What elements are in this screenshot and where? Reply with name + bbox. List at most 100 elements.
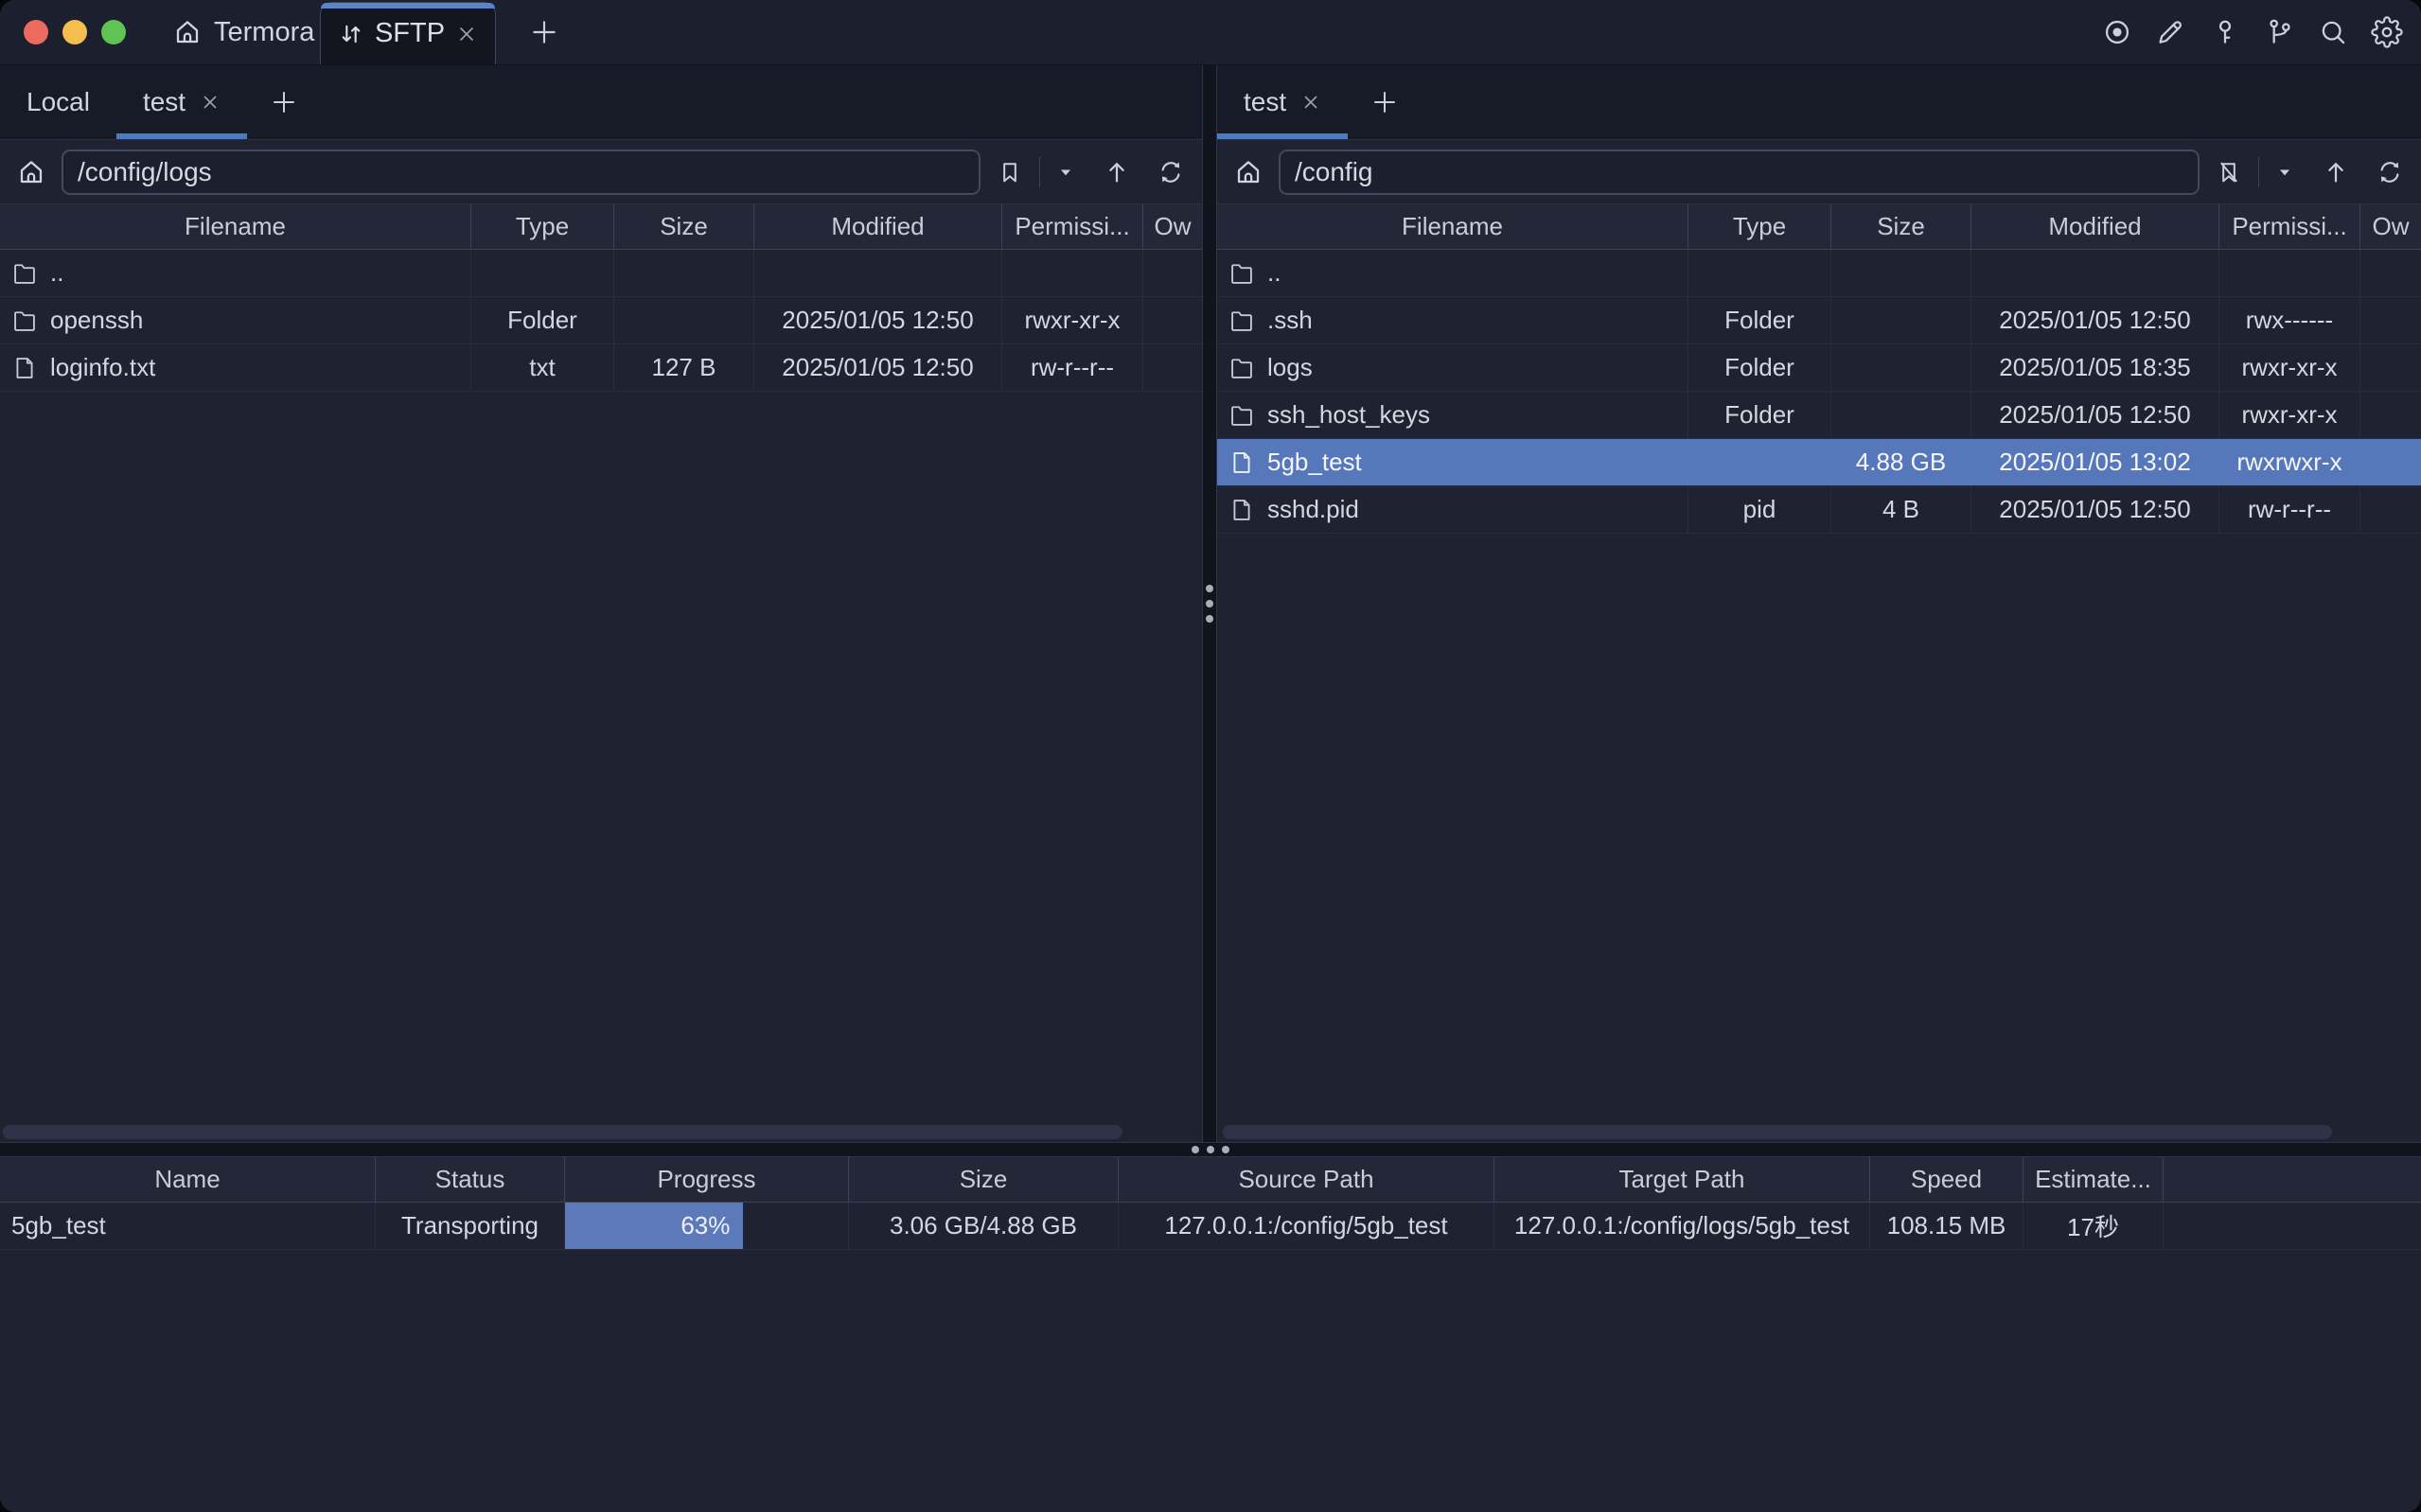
cell-permissions: rwxr-xr-x (1002, 297, 1143, 343)
caret-down-icon (1056, 163, 1075, 182)
plus-icon (529, 17, 559, 47)
cell-filename: .ssh (1267, 306, 1313, 335)
col-filename[interactable]: Filename (0, 204, 471, 249)
settings-button[interactable] (2370, 15, 2404, 49)
col-source-path[interactable]: Source Path (1119, 1157, 1494, 1202)
cell-owner (1143, 297, 1202, 343)
search-button[interactable] (2316, 15, 2350, 49)
bottom-empty-area (0, 1250, 2421, 1512)
zoom-window-button[interactable] (101, 20, 126, 44)
cell-modified: 2025/01/05 13:02 (1971, 439, 2219, 485)
col-estimate[interactable]: Estimate... (2023, 1157, 2164, 1202)
table-row[interactable]: .ssh Folder 2025/01/05 12:50 rwx------ (1217, 297, 2421, 344)
table-row-selected[interactable]: 5gb_test 4.88 GB 2025/01/05 13:02 rwxrwx… (1217, 439, 2421, 486)
minimize-window-button[interactable] (62, 20, 87, 44)
cell-modified: 2025/01/05 18:35 (1971, 344, 2219, 391)
folder-icon (1228, 402, 1255, 429)
col-target-path[interactable]: Target Path (1494, 1157, 1870, 1202)
right-tab-test[interactable]: test (1217, 65, 1348, 139)
col-owner[interactable]: Ow (2360, 204, 2421, 249)
left-tab-test[interactable]: test (116, 65, 247, 139)
right-add-tab-button[interactable] (1348, 65, 1422, 139)
table-row[interactable]: loginfo.txt txt 127 B 2025/01/05 12:50 r… (0, 344, 1202, 392)
cell-size (1831, 250, 1971, 296)
tab-termora[interactable]: Termora (173, 17, 314, 48)
grip-icon (1206, 585, 1213, 623)
progress-bar: 63% (565, 1203, 743, 1249)
right-bookmark-menu-button[interactable] (2275, 163, 2294, 182)
col-name[interactable]: Name (0, 1157, 376, 1202)
right-pathbar (1217, 140, 2421, 204)
left-tab-local[interactable]: Local (0, 65, 116, 139)
right-bookmark-button[interactable] (2216, 159, 2242, 185)
col-progress[interactable]: Progress (565, 1157, 849, 1202)
app-window: Termora SFTP (0, 0, 2421, 1512)
col-permissions[interactable]: Permissi... (1002, 204, 1143, 249)
left-tab-close-icon[interactable] (200, 92, 221, 113)
scrollbar-thumb[interactable] (1223, 1125, 2332, 1139)
col-type[interactable]: Type (1688, 204, 1831, 249)
tab-sftp-close-icon[interactable] (455, 23, 478, 45)
cell-filename: .. (1267, 258, 1281, 288)
right-refresh-button[interactable] (2376, 158, 2404, 186)
left-add-tab-button[interactable] (247, 65, 321, 139)
left-horizontal-scrollbar[interactable] (0, 1125, 1202, 1139)
col-status[interactable]: Status (376, 1157, 565, 1202)
right-horizontal-scrollbar[interactable] (1217, 1125, 2421, 1139)
table-row[interactable]: ssh_host_keys Folder 2025/01/05 12:50 rw… (1217, 392, 2421, 439)
left-bookmark-menu-button[interactable] (1056, 163, 1075, 182)
cell-size (1831, 297, 1971, 343)
main-area: Local test (0, 65, 2421, 1142)
left-parent-dir-button[interactable] (1103, 158, 1131, 186)
col-size[interactable]: Size (849, 1157, 1119, 1202)
col-type[interactable]: Type (471, 204, 614, 249)
right-path-input[interactable] (1279, 149, 2200, 195)
cell-filename: ssh_host_keys (1267, 400, 1430, 430)
edit-button[interactable] (2154, 15, 2188, 49)
keys-button[interactable] (2208, 15, 2242, 49)
close-window-button[interactable] (24, 20, 48, 44)
horizontal-splitter[interactable] (0, 1142, 2421, 1157)
port-forwarding-button[interactable] (2262, 15, 2296, 49)
left-bookmark-button[interactable] (997, 159, 1023, 185)
col-extra (2164, 1157, 2421, 1202)
scrollbar-thumb[interactable] (3, 1125, 1122, 1139)
table-row[interactable]: openssh Folder 2025/01/05 12:50 rwxr-xr-… (0, 297, 1202, 344)
cell-permissions: rwx------ (2219, 297, 2360, 343)
titlebar: Termora SFTP (0, 0, 2421, 65)
table-row[interactable]: .. (0, 250, 1202, 297)
table-row[interactable]: .. (1217, 250, 2421, 297)
col-size[interactable]: Size (1831, 204, 1971, 249)
left-path-input[interactable] (62, 149, 981, 195)
plus-icon (1370, 88, 1399, 116)
col-modified[interactable]: Modified (1971, 204, 2219, 249)
right-parent-dir-button[interactable] (2322, 158, 2350, 186)
cell-owner (1143, 250, 1202, 296)
cell-size (614, 297, 754, 343)
col-owner[interactable]: Ow (1143, 204, 1202, 249)
tab-sftp[interactable]: SFTP (320, 2, 496, 64)
cell-filename: .. (50, 258, 63, 288)
right-home-button[interactable] (1234, 158, 1263, 186)
col-permissions[interactable]: Permissi... (2219, 204, 2360, 249)
table-row[interactable]: logs Folder 2025/01/05 18:35 rwxr-xr-x (1217, 344, 2421, 392)
cell-size (614, 250, 754, 296)
cell-type: Folder (471, 297, 614, 343)
col-size[interactable]: Size (614, 204, 754, 249)
cell-permissions (2219, 250, 2360, 296)
col-speed[interactable]: Speed (1870, 1157, 2023, 1202)
transfer-row[interactable]: 5gb_test Transporting 63% 3.06 GB/4.88 G… (0, 1203, 2421, 1250)
new-tab-button[interactable] (516, 0, 573, 64)
vertical-splitter[interactable] (1202, 65, 1217, 1142)
home-icon (173, 18, 202, 46)
file-icon (11, 355, 38, 381)
cell-filename: loginfo.txt (50, 353, 155, 382)
record-button[interactable] (2100, 15, 2134, 49)
table-row[interactable]: sshd.pid pid 4 B 2025/01/05 12:50 rw-r--… (1217, 486, 2421, 534)
col-modified[interactable]: Modified (754, 204, 1002, 249)
col-filename[interactable]: Filename (1217, 204, 1688, 249)
left-refresh-button[interactable] (1157, 158, 1185, 186)
cell-permissions (1002, 250, 1143, 296)
right-tab-close-icon[interactable] (1300, 92, 1321, 113)
left-home-button[interactable] (17, 158, 45, 186)
